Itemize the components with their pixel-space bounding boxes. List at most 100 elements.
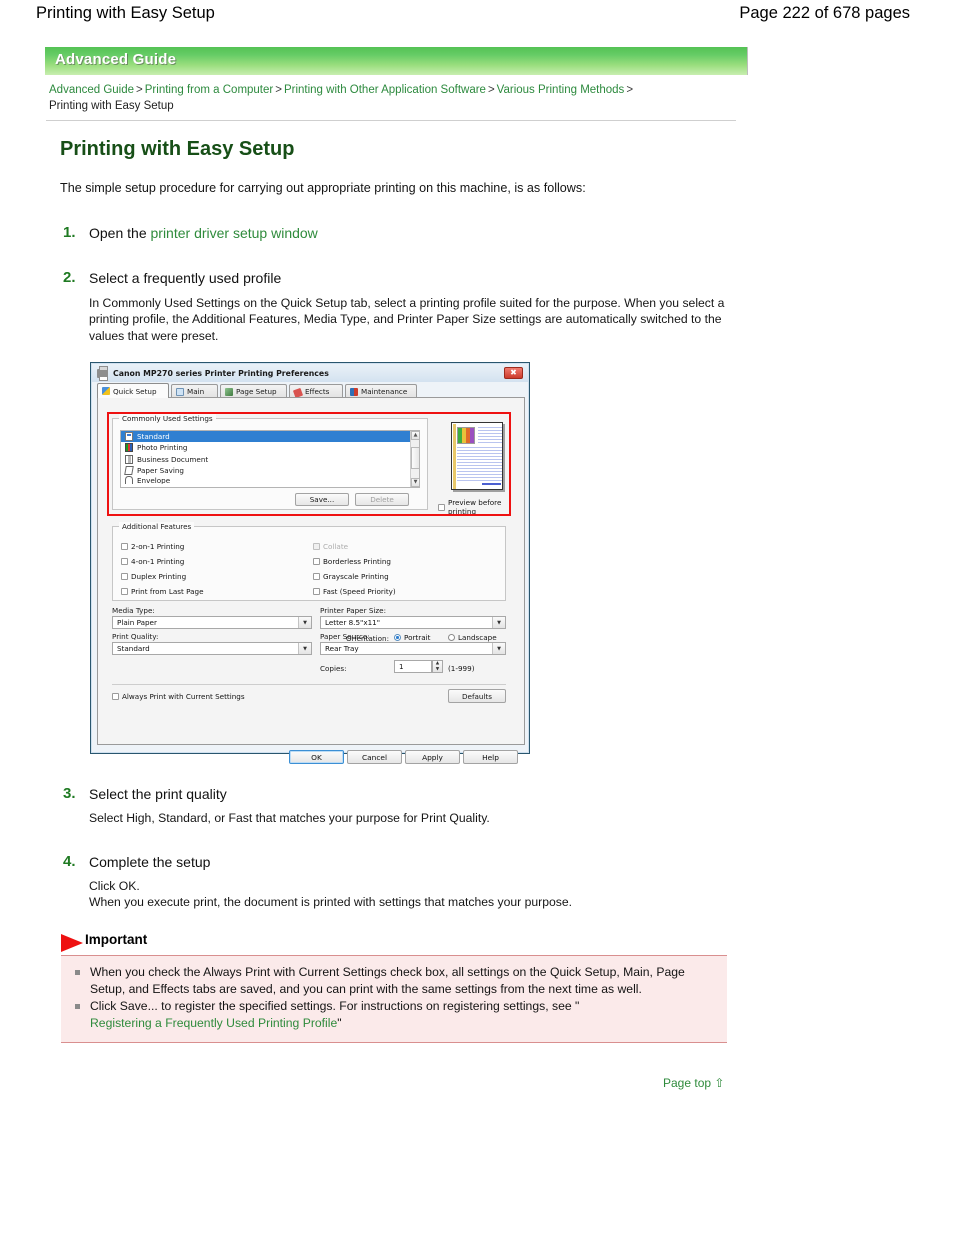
step-1-number: 1. <box>63 224 76 241</box>
additional-features-label: Additional Features <box>119 522 195 531</box>
list-item-label: Business Document <box>137 454 209 464</box>
important-item-1-text: When you check the Always Print with Cur… <box>90 965 685 996</box>
copies-stepper[interactable]: ▲ ▼ <box>432 660 443 673</box>
cancel-button[interactable]: Cancel <box>347 750 402 764</box>
tab-page-setup[interactable]: Page Setup <box>220 384 287 398</box>
printer-paper-size-combobox[interactable]: Letter 8.5"x11" ▼ <box>320 616 506 629</box>
checkbox-4-on-1-printing[interactable]: 4-on-1 Printing <box>121 554 204 569</box>
preview-margin-strip <box>453 424 456 489</box>
advanced-guide-banner: Advanced Guide <box>45 47 748 75</box>
checkbox-label: 4-on-1 Printing <box>131 557 185 566</box>
chevron-down-icon[interactable]: ▼ <box>298 617 311 628</box>
print-quality-label: Print Quality: <box>112 632 159 641</box>
chevron-down-icon[interactable]: ▼ <box>298 643 311 654</box>
intro-paragraph: The simple setup procedure for carrying … <box>60 181 586 195</box>
list-item[interactable]: Photo Printing <box>121 442 419 453</box>
chevron-down-icon[interactable]: ▼ <box>492 617 505 628</box>
list-item[interactable]: Standard <box>121 431 419 443</box>
ok-button[interactable]: OK <box>289 750 344 764</box>
step-3-number: 3. <box>63 785 76 802</box>
checkbox-collate[interactable]: Collate <box>313 539 396 554</box>
stepper-up-icon[interactable]: ▲ <box>436 661 439 666</box>
printer-driver-setup-window-link[interactable]: printer driver setup window <box>151 225 318 241</box>
list-item[interactable]: Paper Saving <box>121 465 419 476</box>
print-quality-combobox[interactable]: Standard ▼ <box>112 642 312 655</box>
checkbox-label: 2-on-1 Printing <box>131 542 185 551</box>
breadcrumb-item-printing-from-a-computer[interactable]: Printing from a Computer <box>145 84 273 96</box>
tab-main-label: Main <box>187 387 205 396</box>
checkbox-icon <box>438 503 445 511</box>
help-button-label: Help <box>482 752 499 762</box>
important-item-2-suffix: " <box>337 1015 342 1030</box>
breadcrumb: Advanced Guide > Printing from a Computer >… <box>49 82 739 114</box>
breadcrumb-divider <box>46 120 736 121</box>
chevron-down-icon[interactable]: ▼ <box>492 643 505 654</box>
step-2-number: 2. <box>63 269 76 286</box>
copies-input[interactable]: 1 <box>394 660 432 673</box>
close-icon[interactable]: ✖ <box>504 367 523 379</box>
tab-main[interactable]: Main <box>171 384 218 398</box>
apply-button[interactable]: Apply <box>405 750 460 764</box>
breadcrumb-item-printing-with-other-application-software[interactable]: Printing with Other Application Software <box>284 84 486 96</box>
step-1-heading-text: Open the <box>89 225 151 241</box>
tab-quick-setup[interactable]: Quick Setup <box>97 383 169 398</box>
checkbox-grayscale-printing[interactable]: Grayscale Printing <box>313 569 396 584</box>
save-button-label: Save... <box>309 495 335 504</box>
paper-source-combobox[interactable]: Rear Tray ▼ <box>320 642 506 655</box>
bullet-icon <box>75 1004 80 1010</box>
dialog-title: Canon MP270 series Printer Printing Pref… <box>113 368 329 378</box>
media-type-label: Media Type: <box>112 606 155 615</box>
scrollbar-thumb[interactable] <box>411 447 419 469</box>
list-item-label: Standard <box>137 432 170 442</box>
commonly-used-settings-listbox[interactable]: Standard Photo Printing Business Documen… <box>120 430 420 488</box>
preview-text-lines <box>457 447 502 481</box>
page-top-link[interactable]: Page top ⇧ <box>663 1076 724 1090</box>
stepper-down-icon[interactable]: ▼ <box>436 667 439 672</box>
checkbox-label: Collate <box>323 542 349 551</box>
help-button[interactable]: Help <box>463 750 518 764</box>
scroll-up-arrow-icon[interactable]: ▲ <box>411 431 419 440</box>
checkbox-always-print-with-current-settings[interactable]: Always Print with Current Settings <box>112 692 245 701</box>
printer-paper-size-value: Letter 8.5"x11" <box>325 618 381 627</box>
commonly-used-settings-group: Commonly Used Settings Standard Photo Pr… <box>112 414 428 510</box>
checkbox-icon <box>121 573 128 580</box>
step-3-heading: Select the print quality <box>89 786 227 802</box>
checkbox-duplex-printing[interactable]: Duplex Printing <box>121 569 204 584</box>
checkbox-icon <box>313 573 320 580</box>
breadcrumb-current-page: Printing with Easy Setup <box>49 100 174 112</box>
preview-before-printing-checkbox[interactable]: Preview before printing <box>438 498 518 516</box>
list-item[interactable]: Business Document <box>121 454 419 465</box>
preview-thumbnail <box>451 422 503 490</box>
breadcrumb-item-various-printing-methods[interactable]: Various Printing Methods <box>497 84 625 96</box>
additional-features-group: Additional Features 2-on-1 Printing 4-on… <box>112 522 506 601</box>
checkbox-fast-speed-priority[interactable]: Fast (Speed Priority) <box>313 584 396 599</box>
registering-printing-profile-link[interactable]: Registering a Frequently Used Printing P… <box>90 1016 337 1030</box>
breadcrumb-item-advanced-guide[interactable]: Advanced Guide <box>49 84 134 96</box>
tab-maintenance-label: Maintenance <box>361 387 408 396</box>
radio-orientation-portrait[interactable]: Portrait <box>394 633 430 642</box>
checkbox-icon <box>112 693 119 700</box>
tab-maintenance[interactable]: Maintenance <box>345 384 417 398</box>
list-item[interactable]: Envelope <box>121 476 419 485</box>
save-button[interactable]: Save... <box>295 493 349 506</box>
tab-effects[interactable]: Effects <box>289 384 343 398</box>
checkbox-icon <box>313 543 320 550</box>
envelope-icon <box>125 476 133 485</box>
media-type-combobox[interactable]: Plain Paper ▼ <box>112 616 312 629</box>
checkbox-print-from-last-page[interactable]: Print from Last Page <box>121 584 204 599</box>
important-item-2-text: Click Save... to register the specified … <box>90 999 580 1014</box>
defaults-button[interactable]: Defaults <box>448 689 506 703</box>
preview-before-printing-label: Preview before printing <box>448 498 502 516</box>
scroll-down-arrow-icon[interactable]: ▼ <box>411 478 419 487</box>
radio-orientation-landscape[interactable]: Landscape <box>448 633 497 642</box>
breadcrumb-separator: > <box>275 84 282 96</box>
checkbox-borderless-printing[interactable]: Borderless Printing <box>313 554 396 569</box>
listbox-scrollbar[interactable]: ▲ ▼ <box>410 431 419 487</box>
checkbox-2-on-1-printing[interactable]: 2-on-1 Printing <box>121 539 204 554</box>
checkbox-label: Print from Last Page <box>131 587 204 596</box>
checkbox-label: Fast (Speed Priority) <box>323 587 396 596</box>
maintenance-icon <box>350 387 358 396</box>
breadcrumb-separator: > <box>136 84 143 96</box>
delete-button[interactable]: Delete <box>355 493 409 506</box>
photo-printing-icon <box>125 443 133 453</box>
